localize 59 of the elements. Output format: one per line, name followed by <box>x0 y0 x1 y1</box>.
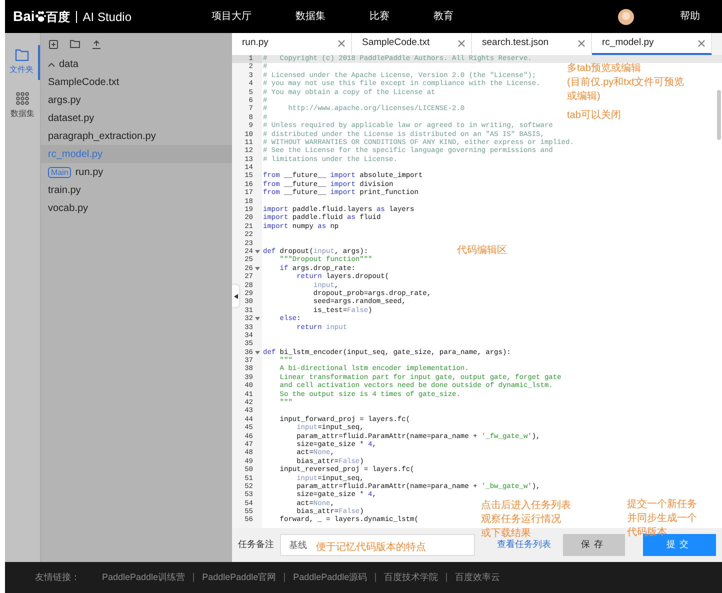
close-icon[interactable] <box>338 40 345 46</box>
close-icon[interactable] <box>458 40 465 46</box>
annotation-text: 多tab预览或编辑 <box>567 62 641 75</box>
annotation-text: (目前仅.py和txt文件可预览 <box>567 76 684 89</box>
annotation-text: 观察任务运行情况 <box>481 513 561 526</box>
sidebar-item[interactable]: 数据集 <box>5 88 40 124</box>
field-label: 任务备注 <box>238 538 274 552</box>
annotation-text: 或下载结果 <box>481 527 531 540</box>
help-link[interactable]: 帮助 <box>680 9 700 24</box>
footer-link[interactable]: PaddlePaddle训练营 <box>94 573 194 582</box>
close-icon[interactable] <box>578 40 585 46</box>
editor-tab[interactable]: run.py <box>232 33 352 55</box>
editor-tab[interactable]: search.test.json <box>472 33 592 55</box>
fold-icon[interactable] <box>254 250 260 254</box>
new-folder-icon[interactable] <box>70 40 80 48</box>
new-file-icon[interactable] <box>49 40 58 48</box>
footer-link[interactable]: PaddlePaddle源码 <box>284 573 376 582</box>
annotation-text: 点击后进入任务列表 <box>481 499 571 512</box>
annotation-text: 并同步生成一个 <box>627 512 697 525</box>
logo-text: 百度 <box>46 8 70 26</box>
file-item[interactable]: args.py <box>41 91 232 109</box>
fold-icon[interactable] <box>254 317 260 322</box>
main-tag: Main <box>48 166 72 178</box>
fold-icon[interactable] <box>254 266 260 271</box>
upload-icon[interactable] <box>92 40 101 48</box>
footer-link[interactable]: PaddlePaddle官网 <box>193 573 284 582</box>
file-item[interactable]: train.py <box>41 181 232 199</box>
collapse-handle[interactable] <box>232 285 239 307</box>
close-icon[interactable] <box>698 40 705 46</box>
footer-label: 友情链接： <box>35 570 80 584</box>
editor-tab[interactable]: SampleCode.txt <box>352 33 472 55</box>
avatar-icon[interactable] <box>618 8 634 24</box>
nav-link[interactable]: 教育 <box>434 9 454 24</box>
nav-link[interactable]: 比赛 <box>370 9 390 24</box>
nav-link[interactable]: 数据集 <box>296 9 326 24</box>
file-item[interactable]: Main run.py <box>41 163 232 181</box>
footer-link[interactable]: 百度技术学院 <box>375 573 446 582</box>
annotation-text: 代码编辑区 <box>457 244 507 257</box>
chevron-up-icon[interactable] <box>48 62 55 66</box>
file-item[interactable]: vocab.py <box>41 199 232 217</box>
nav-link[interactable]: 项目大厅 <box>212 9 252 24</box>
file-item[interactable]: SampleCode.txt <box>41 73 232 91</box>
logo-text: Bai <box>13 7 35 26</box>
annotation-text: 或编辑) <box>567 90 600 103</box>
task-list-link[interactable]: 查看任务列表 <box>497 538 551 552</box>
file-item[interactable]: paragraph_extraction.py <box>41 127 232 145</box>
annotation-text: tab可以关闭 <box>567 109 621 122</box>
folder-icon <box>14 49 28 61</box>
annotation-text: 便于记忆代码版本的特点 <box>316 541 426 554</box>
product-name: AI Studio <box>82 8 132 26</box>
annotation-text: 提交一个新任务 <box>627 498 697 511</box>
footer-link[interactable]: 百度效率云 <box>446 573 508 582</box>
fold-icon[interactable] <box>254 350 260 355</box>
scrollbar[interactable] <box>717 90 721 140</box>
folder-item[interactable]: data <box>41 55 232 73</box>
dots-grid-icon <box>16 92 29 105</box>
paw-icon <box>34 11 46 22</box>
editor-tab[interactable]: rc_model.py <box>592 33 712 55</box>
file-item[interactable]: dataset.py <box>41 109 232 127</box>
